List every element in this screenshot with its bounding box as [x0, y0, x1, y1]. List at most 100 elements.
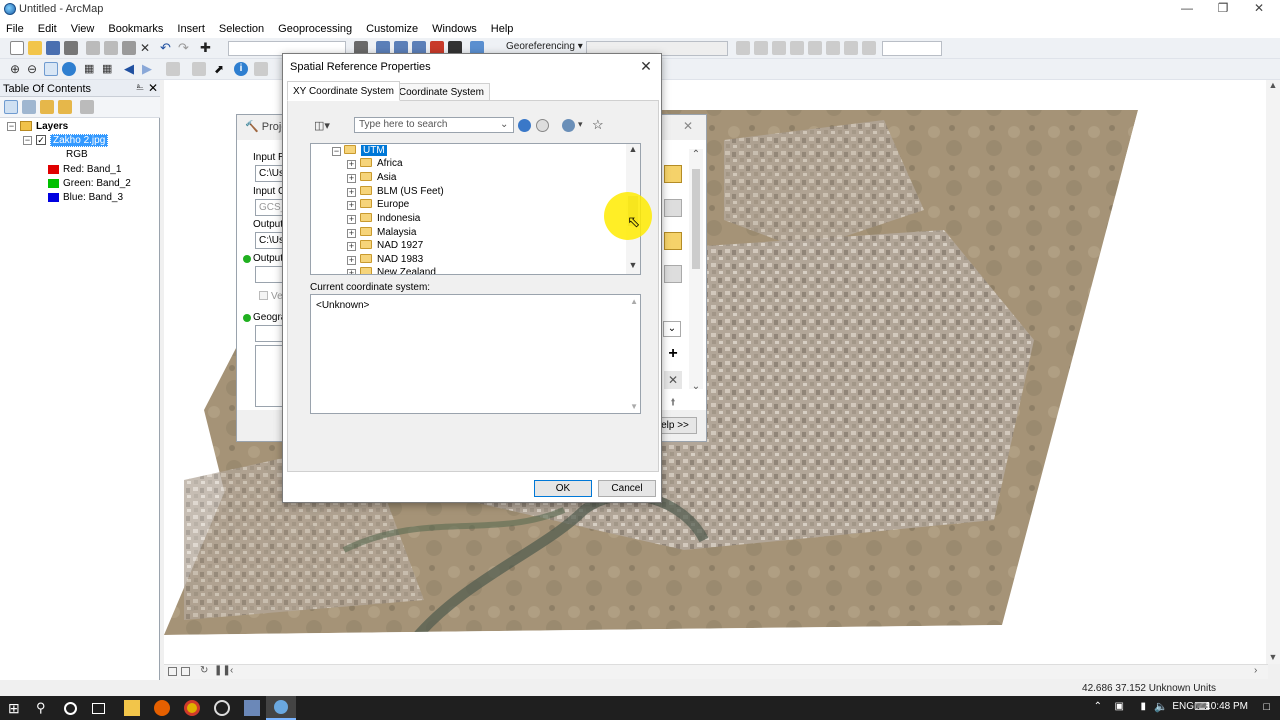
- layers-label[interactable]: Layers: [36, 121, 68, 132]
- close-button[interactable]: ✕: [1242, 0, 1276, 19]
- pin-icon[interactable]: ⎁: [136, 82, 144, 93]
- camera-app-icon[interactable]: [214, 700, 230, 716]
- file-explorer-icon[interactable]: [124, 700, 140, 716]
- scale-icon[interactable]: [790, 41, 804, 55]
- open-folder-icon[interactable]: [28, 41, 42, 55]
- toc-options-icon[interactable]: [80, 100, 94, 114]
- ok-button[interactable]: OK: [534, 480, 592, 497]
- map-vertical-scrollbar[interactable]: ▲ ▼: [1266, 80, 1280, 664]
- delete-icon[interactable]: ✕: [140, 41, 154, 55]
- menu-windows[interactable]: Windows: [425, 23, 484, 35]
- zoom-in-icon[interactable]: ⊕: [10, 62, 24, 76]
- scroll-thumb[interactable]: [692, 169, 700, 269]
- output-cs-properties-icon[interactable]: [664, 265, 682, 283]
- tree-node-indonesia[interactable]: Indonesia: [360, 213, 420, 226]
- expand-nad1927-icon[interactable]: +: [347, 242, 356, 251]
- chrome-icon[interactable]: [184, 700, 200, 716]
- remove-transform-icon[interactable]: ✕: [664, 371, 682, 389]
- verify-checkbox[interactable]: [259, 291, 268, 300]
- refresh-icon[interactable]: ↻: [200, 665, 208, 676]
- layers-collapse-icon[interactable]: −: [7, 122, 16, 131]
- expand-nad1983-icon[interactable]: +: [347, 256, 356, 265]
- fixed-zoom-in-icon[interactable]: ▦: [84, 62, 98, 76]
- toc-close-icon[interactable]: ✕: [148, 81, 158, 95]
- select-elements-arrow-icon[interactable]: ⬈: [214, 62, 228, 76]
- pan-hand-icon[interactable]: [44, 62, 58, 76]
- cancel-button[interactable]: Cancel: [598, 480, 656, 497]
- menu-geoprocessing[interactable]: Geoprocessing: [271, 23, 359, 35]
- tree-node-utm[interactable]: UTM: [344, 145, 387, 158]
- tree-node-africa[interactable]: Africa: [360, 158, 403, 171]
- language-indicator[interactable]: ENG: [1172, 701, 1194, 712]
- coordinate-system-tree[interactable]: − UTM + Africa + Asia + BLM (US Feet) + …: [310, 143, 641, 275]
- zoom-out-icon[interactable]: ⊖: [27, 62, 41, 76]
- input-cs-properties-icon[interactable]: [664, 199, 682, 217]
- windows-start-icon[interactable]: ⊞: [8, 700, 24, 716]
- globe-dropdown-icon[interactable]: ▾: [578, 119, 583, 130]
- menu-edit[interactable]: Edit: [31, 23, 64, 35]
- scroll-up-icon[interactable]: ⌃: [689, 149, 703, 160]
- add-data-icon[interactable]: ✚: [200, 41, 214, 55]
- viewer-icon[interactable]: [826, 41, 840, 55]
- move-up-icon[interactable]: 🠙: [664, 395, 682, 409]
- task-view-icon[interactable]: [92, 703, 105, 714]
- tree-node-nad1983[interactable]: NAD 1983: [360, 254, 423, 267]
- layout-view-icon[interactable]: [181, 667, 190, 676]
- layer-visibility-checkbox[interactable]: ✓: [36, 135, 46, 145]
- undo-icon[interactable]: ↶: [160, 41, 174, 55]
- arcmap-taskbar-button[interactable]: [266, 696, 296, 720]
- menu-bookmarks[interactable]: Bookmarks: [101, 23, 170, 35]
- notifications-icon[interactable]: □: [1263, 701, 1270, 713]
- go-back-icon[interactable]: ◀: [124, 62, 138, 76]
- utm-collapse-icon[interactable]: −: [332, 147, 341, 156]
- sr-close-icon[interactable]: ✕: [637, 57, 655, 75]
- full-extent-icon[interactable]: [62, 62, 76, 76]
- search-icon[interactable]: [518, 119, 531, 132]
- redo-icon[interactable]: ↷: [178, 41, 192, 55]
- volume-icon[interactable]: 🔈: [1154, 700, 1168, 713]
- clock[interactable]: 10:48 PM: [1205, 701, 1248, 712]
- tree-scroll-up-icon[interactable]: ▲: [626, 144, 640, 154]
- save-icon[interactable]: [46, 41, 60, 55]
- pause-icon[interactable]: ❚❚: [214, 665, 231, 676]
- find-icon[interactable]: [254, 62, 268, 76]
- expand-africa-icon[interactable]: +: [347, 160, 356, 169]
- tree-node-nad1927[interactable]: NAD 1927: [360, 240, 423, 253]
- tree-node-europe[interactable]: Europe: [360, 199, 409, 212]
- list-by-drawing-order-icon[interactable]: [4, 100, 18, 114]
- maximize-button[interactable]: ❐: [1206, 0, 1240, 19]
- list-by-source-icon[interactable]: [22, 100, 36, 114]
- cut-icon[interactable]: [86, 41, 100, 55]
- expand-blm-icon[interactable]: +: [347, 188, 356, 197]
- list-by-visibility-icon[interactable]: [40, 100, 54, 114]
- menu-view[interactable]: View: [64, 23, 102, 35]
- tree-node-asia[interactable]: Asia: [360, 172, 396, 185]
- browse-output-folder-icon[interactable]: [664, 232, 682, 250]
- layer-collapse-icon[interactable]: −: [23, 136, 32, 145]
- add-control-points-icon[interactable]: [736, 41, 750, 55]
- menu-insert[interactable]: Insert: [170, 23, 212, 35]
- shift-icon[interactable]: [772, 41, 786, 55]
- add-transform-icon[interactable]: +: [664, 345, 682, 363]
- expand-europe-icon[interactable]: +: [347, 201, 356, 210]
- fixed-zoom-out-icon[interactable]: ▦: [102, 62, 116, 76]
- data-view-icon[interactable]: [168, 667, 177, 676]
- paste-icon[interactable]: [122, 41, 136, 55]
- tab-xy-coordinate-system[interactable]: XY Coordinate System: [287, 81, 400, 101]
- link-table-icon[interactable]: [808, 41, 822, 55]
- battery-icon[interactable]: ▮: [1140, 701, 1146, 712]
- favorite-star-icon[interactable]: ☆: [592, 117, 604, 133]
- go-forward-icon[interactable]: ▶: [142, 62, 156, 76]
- search-dropdown-icon[interactable]: ⌄: [500, 119, 508, 130]
- project-dialog-close-icon[interactable]: ✕: [683, 119, 693, 133]
- expand-newzealand-icon[interactable]: +: [347, 269, 356, 274]
- tree-node-malaysia[interactable]: Malaysia: [360, 227, 416, 240]
- hscroll-left-icon[interactable]: ‹: [230, 665, 233, 676]
- project-dialog-scrollbar[interactable]: ⌃ ⌄: [689, 149, 703, 392]
- show-hidden-icons[interactable]: ⌃: [1094, 701, 1102, 712]
- hscroll-right-icon[interactable]: ›: [1254, 665, 1257, 676]
- firefox-icon[interactable]: [154, 700, 170, 716]
- clear-search-icon[interactable]: [536, 119, 549, 132]
- map-horizontal-scrollbar[interactable]: ↻ ❚❚ ‹ ›: [164, 664, 1268, 679]
- new-document-icon[interactable]: [10, 41, 24, 55]
